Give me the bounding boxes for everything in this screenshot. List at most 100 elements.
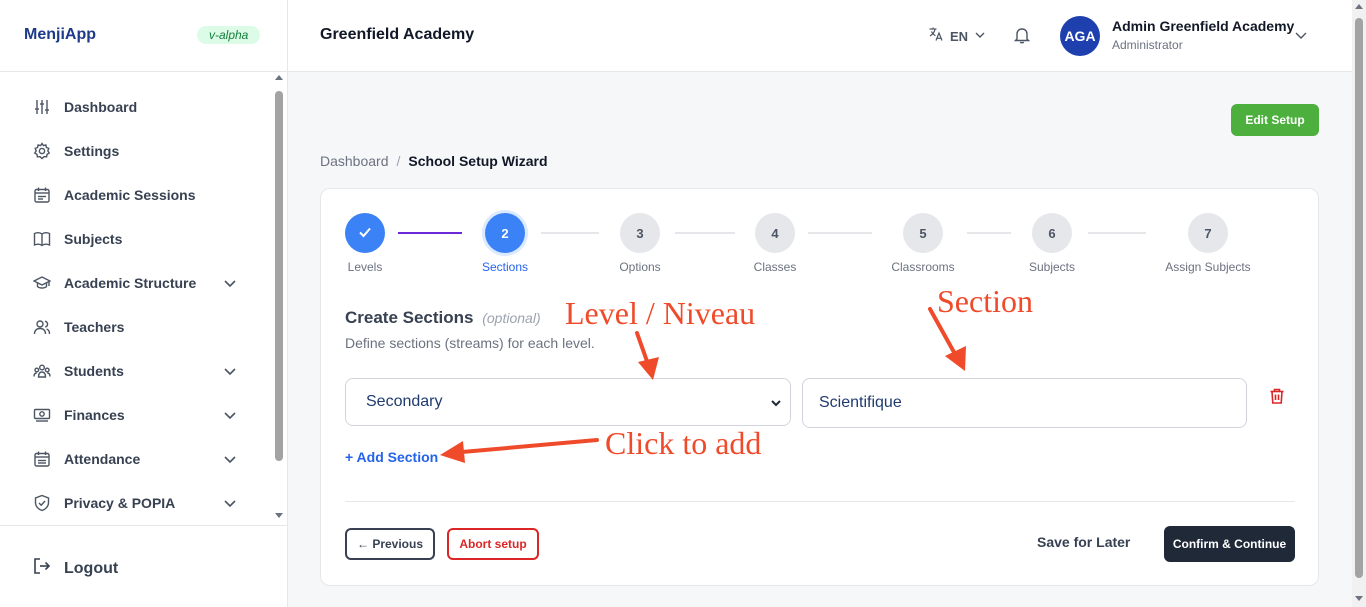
users-icon (32, 317, 52, 337)
sidebar-item-label: Teachers (64, 319, 125, 335)
translate-icon (928, 26, 944, 47)
scroll-thumb[interactable] (275, 91, 283, 461)
sidebar-item-label: Academic Sessions (64, 187, 196, 203)
language-code: EN (950, 29, 969, 44)
window-scrollbar[interactable] (1352, 0, 1366, 607)
step-connector (398, 232, 462, 234)
sidebar-item-dashboard[interactable]: Dashboard (0, 85, 272, 129)
step-4-circle[interactable]: 4 (755, 213, 795, 253)
version-badge: v-alpha (197, 26, 261, 44)
chevron-down-icon[interactable] (222, 363, 238, 379)
logout-icon (32, 556, 52, 581)
graduation-cap-icon (32, 273, 52, 293)
sidebar-item-label: Settings (64, 143, 120, 159)
group-icon (32, 361, 52, 381)
bell-icon[interactable] (1013, 26, 1031, 49)
breadcrumb-dashboard[interactable]: Dashboard (320, 153, 389, 169)
breadcrumb: Dashboard / School Setup Wizard (320, 153, 548, 169)
trash-icon[interactable] (1268, 387, 1286, 410)
step-connector (967, 232, 1011, 234)
sidebar-item-label: Academic Structure (64, 275, 197, 291)
calendar-icon (32, 185, 52, 205)
step-7-label: Assign Subjects (1165, 260, 1251, 274)
section-name-input[interactable] (802, 378, 1247, 428)
section-description: Define sections (streams) for each level… (345, 335, 595, 351)
app-logo[interactable]: MenjiApp (24, 26, 96, 44)
scroll-thumb[interactable] (1355, 18, 1363, 578)
edit-setup-button[interactable]: Edit Setup (1231, 104, 1319, 136)
step-connector (675, 232, 735, 234)
section-heading: Create Sections (optional) (345, 308, 541, 328)
add-section-link[interactable]: + Add Section (345, 449, 438, 465)
sidebar-scrollbar[interactable] (272, 73, 286, 523)
step-7-circle[interactable]: 7 (1188, 213, 1228, 253)
chevron-down-icon[interactable] (222, 275, 238, 291)
sidebar-item-academic-structure[interactable]: Academic Structure (0, 261, 272, 305)
user-name: Admin Greenfield Academy (1112, 18, 1295, 34)
avatar[interactable]: AGA (1060, 16, 1100, 56)
breadcrumb-separator: / (396, 153, 401, 169)
banknote-icon (32, 405, 52, 425)
sidebar-item-label: Privacy & POPIA (64, 495, 176, 511)
sidebar-item-label: Finances (64, 407, 125, 423)
chevron-down-icon[interactable] (222, 495, 238, 511)
sidebar-item-attendance[interactable]: Attendance (0, 437, 272, 481)
annotation-add: Click to add (605, 425, 762, 461)
level-select-value: Secondary (366, 393, 443, 410)
check-icon (357, 224, 373, 243)
sidebar-item-finances[interactable]: Finances (0, 393, 272, 437)
setup-wizard-card: Levels 2 Sections 3 Options 4 Classes 5 … (320, 188, 1319, 586)
previous-button[interactable]: ← Previous (345, 528, 435, 560)
step-connector (541, 232, 599, 234)
logout-row: Logout (0, 525, 288, 607)
sidebar-item-label: Dashboard (64, 99, 138, 115)
step-connector (1088, 232, 1146, 234)
page-title: Greenfield Academy (320, 26, 475, 43)
sidebar-item-privacy[interactable]: Privacy & POPIA (0, 481, 272, 523)
calendar-check-icon (32, 449, 52, 469)
level-select[interactable]: Secondary (345, 378, 791, 426)
step-connector (808, 232, 872, 234)
step-1-label: Levels (347, 260, 383, 274)
step-2-label: Sections (481, 260, 529, 274)
divider (345, 501, 1295, 502)
chevron-down-icon (770, 396, 782, 414)
sidebar-item-settings[interactable]: Settings (0, 129, 272, 173)
brand-row: MenjiApp v-alpha (0, 0, 287, 72)
sidebar-item-subjects[interactable]: Subjects (0, 217, 272, 261)
logout-button[interactable]: Logout (32, 556, 118, 581)
sidebar-item-label: Subjects (64, 231, 123, 247)
scroll-up-icon[interactable] (1355, 4, 1363, 9)
step-6-label: Subjects (1028, 260, 1076, 274)
sidebar-nav: Dashboard Settings Academic Sessions Sub… (0, 85, 272, 523)
chevron-down-icon[interactable] (222, 451, 238, 467)
step-6-circle[interactable]: 6 (1032, 213, 1072, 253)
language-selector[interactable]: EN (928, 26, 986, 47)
breadcrumb-current: School Setup Wizard (408, 153, 548, 169)
chevron-down-icon[interactable] (1294, 28, 1308, 47)
step-3-label: Options (619, 260, 661, 274)
sidebar-item-students[interactable]: Students (0, 349, 272, 393)
scroll-down-icon[interactable] (1355, 596, 1363, 601)
abort-setup-button[interactable]: Abort setup (447, 528, 539, 560)
sidebar-item-academic-sessions[interactable]: Academic Sessions (0, 173, 272, 217)
scroll-down-icon[interactable] (275, 513, 283, 518)
annotation-section: Section (937, 283, 1033, 319)
step-3-circle[interactable]: 3 (620, 213, 660, 253)
sidebar-item-teachers[interactable]: Teachers (0, 305, 272, 349)
save-for-later-button[interactable]: Save for Later (1037, 534, 1130, 550)
step-5-label: Classrooms (891, 260, 955, 274)
sidebar: MenjiApp v-alpha Dashboard Settings Acad… (0, 0, 288, 607)
sidebar-item-label: Attendance (64, 451, 141, 467)
user-role: Administrator (1112, 38, 1183, 52)
step-1-circle[interactable] (345, 213, 385, 253)
sliders-icon (32, 97, 52, 117)
optional-tag: (optional) (482, 310, 541, 326)
annotation-level: Level / Niveau (565, 295, 756, 331)
scroll-up-icon[interactable] (275, 75, 283, 80)
confirm-continue-button[interactable]: Confirm & Continue (1164, 526, 1295, 562)
step-5-circle[interactable]: 5 (903, 213, 943, 253)
chevron-down-icon[interactable] (222, 407, 238, 423)
step-2-circle[interactable]: 2 (485, 213, 525, 253)
sidebar-item-label: Students (64, 363, 124, 379)
